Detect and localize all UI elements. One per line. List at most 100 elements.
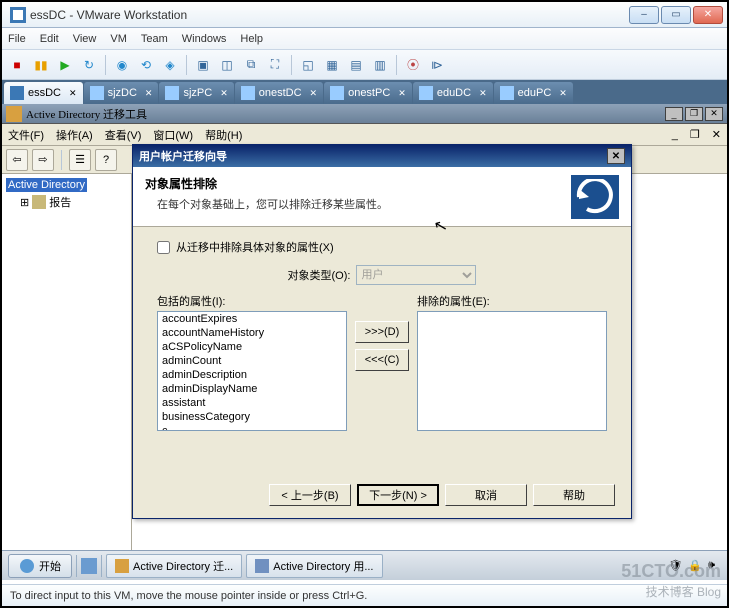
- close-button[interactable]: ✕: [693, 6, 723, 24]
- task-icon: [255, 559, 269, 573]
- tab-close-icon[interactable]: ✕: [479, 88, 487, 99]
- menu-help[interactable]: Help: [240, 33, 263, 45]
- menu-team[interactable]: Team: [141, 33, 168, 45]
- vmware-toolbar: ■ ▮▮ ▶ ↻ ◉ ⟲ ◈ ▣ ◫ ⧉ ⛶ ◱ ▦ ▤ ▥ ⦿ ⧐: [2, 50, 727, 80]
- tray-icon[interactable]: 🕪: [708, 559, 715, 572]
- guest-taskbar: 开始 Active Directory 迁... Active Director…: [2, 550, 727, 580]
- exclude-checkbox[interactable]: [157, 241, 170, 254]
- tab-close-icon[interactable]: ✕: [398, 88, 406, 99]
- mmc-restore-button[interactable]: ❐: [685, 107, 703, 121]
- tab-essdc[interactable]: essDC✕: [4, 82, 83, 104]
- system-tray[interactable]: 🛡 🔒 🕪: [662, 559, 721, 572]
- window-title: essDC - VMware Workstation: [30, 8, 629, 22]
- next-button[interactable]: 下一步(N) >: [357, 484, 439, 506]
- nav-forward-icon[interactable]: ⇨: [32, 149, 54, 171]
- appliance-icon[interactable]: ▤: [345, 54, 367, 76]
- banner-arrow-icon: [571, 175, 619, 219]
- poweron-icon[interactable]: ▶: [54, 54, 76, 76]
- capture-icon[interactable]: ⦿: [402, 54, 424, 76]
- quickswitch-icon[interactable]: ⧉: [240, 54, 262, 76]
- menu-windows[interactable]: Windows: [182, 33, 227, 45]
- snapshot-icon[interactable]: ◉: [111, 54, 133, 76]
- vmware-menubar: File Edit View VM Team Windows Help: [2, 28, 727, 50]
- include-listbox[interactable]: accountExpires accountNameHistory aCSPol…: [157, 311, 347, 431]
- mmc-menu-action[interactable]: 操作(A): [56, 127, 93, 143]
- mmc-menu-file[interactable]: 文件(F): [8, 127, 44, 143]
- exclude-listbox[interactable]: [417, 311, 607, 431]
- tree-root[interactable]: Active Directory: [6, 178, 87, 192]
- tab-edudc[interactable]: eduDC✕: [413, 82, 493, 104]
- mmc-menu-view[interactable]: 查看(V): [105, 127, 142, 143]
- status-text: To direct input to this VM, move the mou…: [10, 590, 367, 602]
- tab-sjzdc[interactable]: sjzDC✕: [84, 82, 159, 104]
- dialog-titlebar[interactable]: 用户帐户迁移向导 ✕: [133, 145, 631, 167]
- mmc-minimize-button[interactable]: _: [665, 107, 683, 121]
- revert-icon[interactable]: ⟲: [135, 54, 157, 76]
- tab-close-icon[interactable]: ✕: [69, 88, 77, 99]
- summary-icon[interactable]: ▦: [321, 54, 343, 76]
- tree-pane[interactable]: Active Directory ⊞ 报告: [2, 174, 132, 558]
- nav-back-icon[interactable]: ⇦: [6, 149, 28, 171]
- tab-onestdc[interactable]: onestDC✕: [235, 82, 323, 104]
- object-type-select[interactable]: 用户: [356, 265, 476, 285]
- show-console-icon[interactable]: ▣: [192, 54, 214, 76]
- plus-icon[interactable]: ⊞: [20, 196, 29, 209]
- menu-vm[interactable]: VM: [110, 33, 127, 45]
- tab-close-icon[interactable]: ✕: [220, 88, 228, 99]
- reset-icon[interactable]: ↻: [78, 54, 100, 76]
- tab-close-icon[interactable]: ✕: [145, 88, 153, 99]
- mmc-child-close[interactable]: ✕: [712, 128, 721, 141]
- wizard-dialog: 用户帐户迁移向导 ✕ 对象属性排除 在每个对象基础上，您可以排除迁移某些属性。 …: [132, 144, 632, 519]
- taskbar-item-aduser[interactable]: Active Directory 用...: [246, 554, 382, 578]
- quicklaunch-desktop-icon[interactable]: [81, 558, 97, 574]
- dialog-close-button[interactable]: ✕: [607, 148, 625, 164]
- tab-onestpc[interactable]: onestPC✕: [324, 82, 412, 104]
- cancel-button[interactable]: 取消: [445, 484, 527, 506]
- taskbar-item-admt[interactable]: Active Directory 迁...: [106, 554, 242, 578]
- add-button[interactable]: >>>(D): [355, 321, 409, 343]
- unity-icon[interactable]: ◱: [297, 54, 319, 76]
- mmc-child-minimize[interactable]: _: [672, 129, 678, 141]
- vm-tabbar: essDC✕ sjzDC✕ sjzPC✕ onestDC✕ onestPC✕ e…: [2, 80, 727, 104]
- include-label: 包括的属性(I):: [157, 293, 347, 309]
- minimize-button[interactable]: –: [629, 6, 659, 24]
- sidebar-icon[interactable]: ◫: [216, 54, 238, 76]
- tray-icon[interactable]: 🔒: [688, 559, 702, 572]
- tab-sjzpc[interactable]: sjzPC✕: [159, 82, 233, 104]
- snapshot-manager-icon[interactable]: ◈: [159, 54, 181, 76]
- poweroff-icon[interactable]: ■: [6, 54, 28, 76]
- mmc-menu-window[interactable]: 窗口(W): [153, 127, 193, 143]
- tab-close-icon[interactable]: ✕: [310, 88, 318, 99]
- tree-item-reports[interactable]: ⊞ 报告: [6, 192, 127, 212]
- replay-icon[interactable]: ⧐: [426, 54, 448, 76]
- mmc-icon: [6, 106, 22, 122]
- vmware-statusbar: To direct input to this VM, move the mou…: [2, 584, 727, 606]
- maximize-button[interactable]: ▭: [661, 6, 691, 24]
- exclude-checkbox-label: 从迁移中排除具体对象的属性(X): [176, 239, 334, 255]
- suspend-icon[interactable]: ▮▮: [30, 54, 52, 76]
- console-view-icon[interactable]: ▥: [369, 54, 391, 76]
- show-tree-icon[interactable]: ☰: [69, 149, 91, 171]
- vm-display[interactable]: Active Directory 迁移工具 _ ❐ ✕ 文件(F) 操作(A) …: [2, 104, 727, 580]
- remove-button[interactable]: <<<(C): [355, 349, 409, 371]
- help-icon[interactable]: ?: [95, 149, 117, 171]
- start-button[interactable]: 开始: [8, 554, 72, 578]
- mmc-titlebar: Active Directory 迁移工具 _ ❐ ✕: [2, 104, 727, 124]
- fullscreen-icon[interactable]: ⛶: [264, 54, 286, 76]
- menu-file[interactable]: File: [8, 33, 26, 45]
- tab-close-icon[interactable]: ✕: [559, 88, 567, 99]
- exclude-label: 排除的属性(E):: [417, 293, 607, 309]
- mmc-menu-help[interactable]: 帮助(H): [205, 127, 242, 143]
- book-icon: [32, 195, 46, 209]
- help-button[interactable]: 帮助: [533, 484, 615, 506]
- mmc-close-button[interactable]: ✕: [705, 107, 723, 121]
- menu-view[interactable]: View: [73, 33, 97, 45]
- tab-edupc[interactable]: eduPC✕: [494, 82, 573, 104]
- back-button[interactable]: < 上一步(B): [269, 484, 351, 506]
- mmc-title-text: Active Directory 迁移工具: [26, 106, 147, 122]
- task-icon: [115, 559, 129, 573]
- menu-edit[interactable]: Edit: [40, 33, 59, 45]
- tray-icon[interactable]: 🛡: [668, 559, 682, 572]
- dialog-title: 用户帐户迁移向导: [139, 148, 227, 164]
- mmc-child-restore[interactable]: ❐: [690, 128, 700, 141]
